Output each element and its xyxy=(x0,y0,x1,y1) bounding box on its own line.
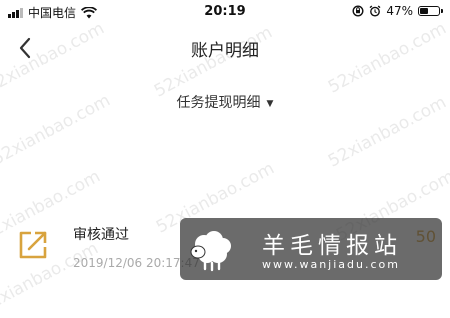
status-bar: 中国电信 20:19 47% xyxy=(0,0,450,24)
overlay-url: www.wanjiadu.com xyxy=(262,258,400,271)
battery-level-fill xyxy=(420,8,428,14)
external-link-icon xyxy=(19,231,47,259)
caret-down-icon: ▼ xyxy=(266,99,274,109)
nav-bar: 账户明细 xyxy=(0,28,450,68)
battery-percent: 47% xyxy=(386,4,413,18)
rotation-lock-icon xyxy=(352,5,364,17)
overlay-brand-name: 羊毛情报站 xyxy=(262,233,402,259)
logo-overlay: 羊毛情报站 www.wanjiadu.com xyxy=(180,218,442,280)
filter-label: 任务提现明细 xyxy=(176,95,261,111)
page-title: 账户明细 xyxy=(191,41,259,61)
status-bar-right: 47% xyxy=(352,4,443,18)
alarm-icon xyxy=(369,5,381,17)
record-status: 审核通过 xyxy=(73,227,129,243)
battery-icon xyxy=(418,6,443,16)
filter-dropdown[interactable]: 任务提现明细 ▼ xyxy=(0,92,450,112)
sheep-icon xyxy=(190,231,231,272)
